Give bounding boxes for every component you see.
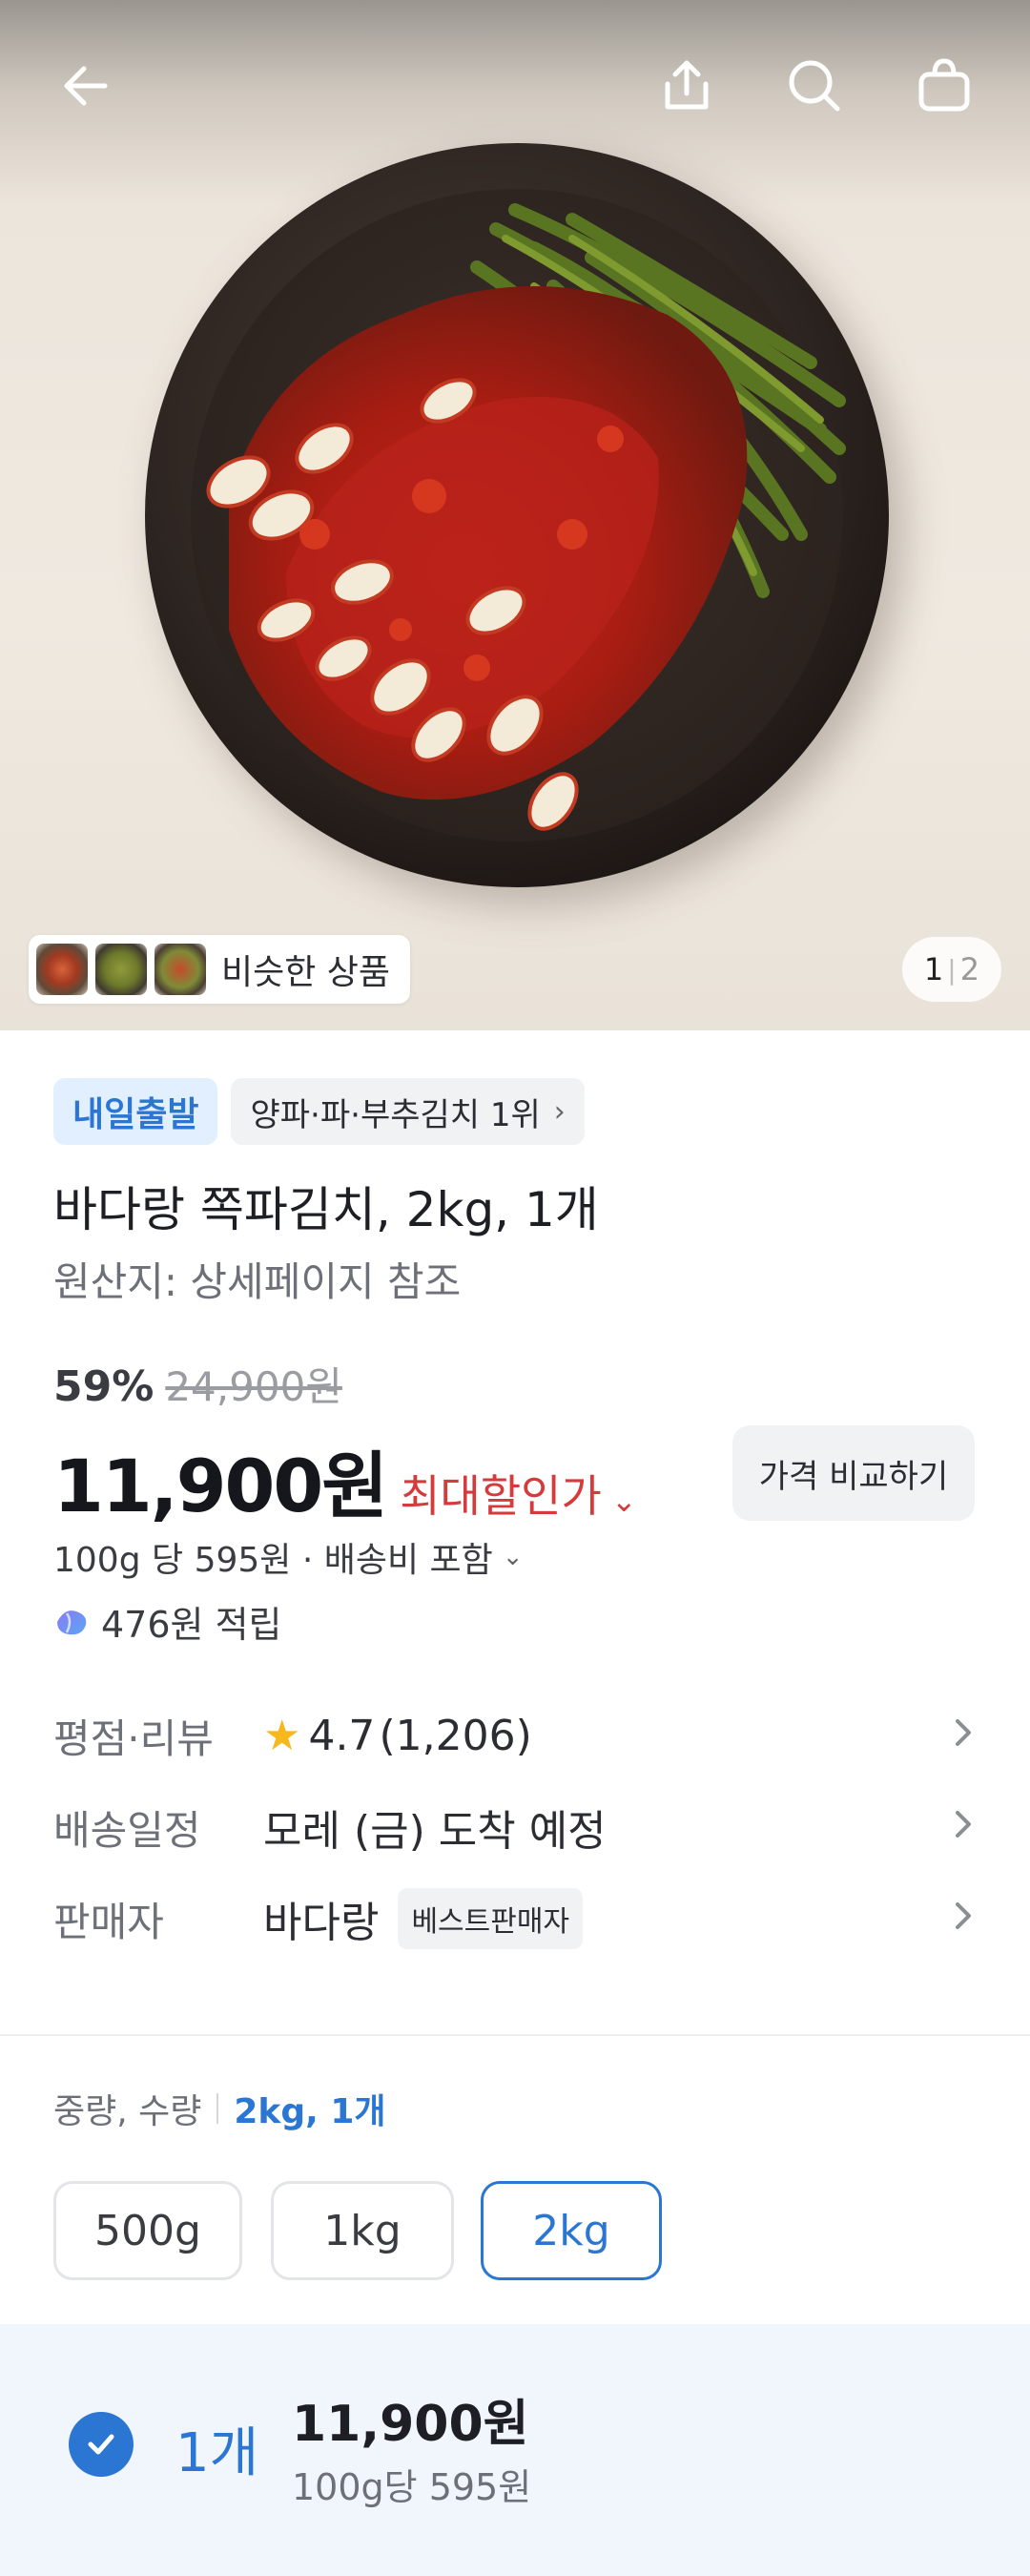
share-button[interactable] (647, 46, 727, 126)
search-icon (789, 60, 840, 112)
similar-products-label: 비슷한 상품 (221, 953, 391, 992)
seller-value: 바다랑 베스트판매자 (263, 1888, 584, 1949)
ranking-badge[interactable]: 양파·파·부추김치 1위 › (231, 1078, 585, 1145)
product-photo-kimchi (206, 203, 846, 831)
pager-separator: | (947, 953, 957, 986)
seller-row[interactable]: 판매자 바다랑 베스트판매자 (53, 1885, 977, 1952)
arrow-left-icon (64, 66, 108, 106)
delivery-badge: 내일출발 (53, 1078, 218, 1145)
weight-option-1kg[interactable]: 1kg (271, 2181, 454, 2280)
chevron-right-icon (956, 1719, 971, 1746)
rating-value: ★ 4.7 (1,206) (263, 1712, 532, 1760)
share-upload-icon (665, 60, 709, 110)
check-icon (88, 2434, 114, 2455)
discount-row: 59% 24,900원 (53, 1355, 342, 1413)
badge-row: 내일출발 양파·파·부추김치 1위 › (53, 1078, 585, 1145)
discount-rate: 59% (53, 1362, 154, 1411)
chevron-right-icon (956, 1811, 971, 1838)
chevron-down-icon: ⌄ (502, 1543, 524, 1571)
unit-price-info: 100g 당 595원 · 배송비 포함 (53, 1541, 493, 1580)
price-row: 11,900원 최대할인가 ⌄ (53, 1427, 637, 1532)
compare-price-button[interactable]: 가격 비교하기 (732, 1425, 975, 1521)
chevron-down-icon: ⌄ (610, 1483, 637, 1519)
points-row: 476원 적립 (53, 1595, 282, 1648)
unit-price-toggle[interactable]: 100g 당 595원 · 배송비 포함 ⌄ (53, 1532, 524, 1582)
selected-quantity: 1개 (175, 2422, 259, 2484)
image-pager: 1 | 2 (902, 937, 1001, 1002)
chevron-right-icon: › (553, 1094, 566, 1129)
shopping-bag-icon (918, 58, 970, 112)
sale-price: 11,900원 (53, 1444, 388, 1528)
points-coin-icon (57, 1610, 87, 1634)
back-button[interactable] (46, 46, 126, 126)
max-discount-toggle[interactable]: 최대할인가 ⌄ (400, 1462, 636, 1525)
delivery-label: 배송일정 (53, 1806, 201, 1854)
product-title: 바다랑 쪽파김치, 2kg, 1개 (53, 1182, 599, 1237)
similar-thumb (34, 942, 90, 997)
selected-unit-price: 100g당 595원 (292, 2466, 532, 2508)
option-selected-summary: 2kg, 1개 (234, 2092, 386, 2131)
option-header: 중량, 수량 2kg, 1개 (53, 2084, 386, 2133)
similar-products-button[interactable]: 비슷한 상품 (29, 935, 410, 1004)
product-origin: 원산지: 상세페이지 참조 (53, 1258, 462, 1305)
option-label: 중량, 수량 (53, 2092, 202, 2131)
max-discount-label: 최대할인가 (400, 1470, 602, 1522)
star-icon: ★ (263, 1711, 301, 1760)
original-price: 24,900원 (165, 1363, 342, 1410)
option-separator (216, 2093, 219, 2124)
delivery-value: 모레 (금) 도착 예정 (263, 1807, 607, 1856)
search-button[interactable] (774, 46, 855, 126)
points-text: 476원 적립 (101, 1604, 282, 1646)
ranking-badge-label: 양파·파·부추김치 1위 (250, 1095, 541, 1134)
similar-thumb (93, 942, 149, 997)
selected-checkbox[interactable] (69, 2412, 134, 2477)
seller-name: 바다랑 (263, 1899, 380, 1947)
seller-label: 판매자 (53, 1898, 164, 1945)
rating-score: 4.7 (308, 1711, 376, 1760)
review-count: (1,206) (379, 1711, 532, 1760)
cart-button[interactable] (904, 46, 984, 126)
similar-thumb (153, 942, 208, 997)
rating-review-row[interactable]: 평점·리뷰 ★ 4.7 (1,206) (53, 1702, 977, 1769)
selected-price: 11,900원 (292, 2396, 529, 2453)
section-divider (0, 2034, 1030, 2036)
pager-total: 2 (959, 951, 980, 987)
delivery-schedule-row[interactable]: 배송일정 모레 (금) 도착 예정 (53, 1794, 977, 1860)
weight-option-500g[interactable]: 500g (53, 2181, 242, 2280)
chevron-right-icon (956, 1902, 971, 1929)
product-image-gallery[interactable]: 비슷한 상품 1 | 2 (0, 0, 1030, 1030)
rating-label: 평점·리뷰 (53, 1714, 214, 1762)
best-seller-badge: 베스트판매자 (398, 1888, 584, 1949)
weight-option-2kg[interactable]: 2kg (481, 2181, 662, 2280)
pager-current: 1 (923, 951, 944, 987)
